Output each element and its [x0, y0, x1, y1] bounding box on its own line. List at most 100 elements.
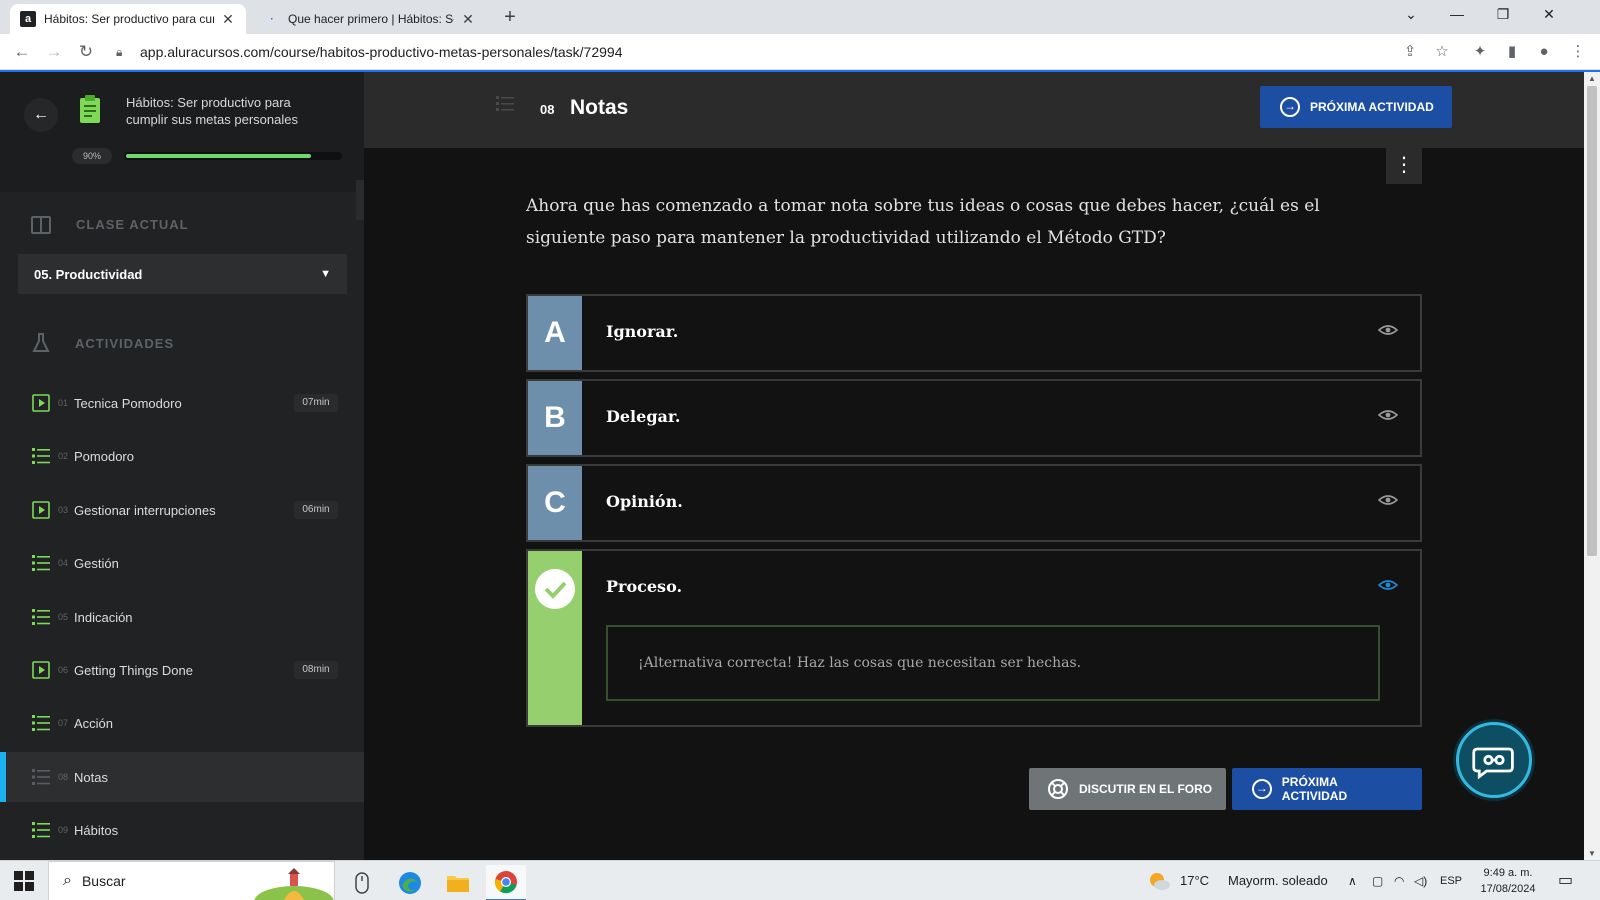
- bookmark-star-icon[interactable]: ☆: [1430, 40, 1454, 64]
- minimize-button[interactable]: —: [1434, 0, 1480, 30]
- activity-label: Notas: [74, 769, 108, 785]
- activity-list-icon: [496, 96, 514, 111]
- tray-chevron-up-icon[interactable]: ∧: [1348, 861, 1357, 900]
- option-text: Proceso.: [606, 577, 683, 596]
- chrome-menu-icon[interactable]: ⋮: [1566, 40, 1590, 64]
- lifebuoy-icon: [1048, 779, 1068, 799]
- close-tab-icon[interactable]: ✕: [220, 11, 236, 28]
- current-class-dropdown[interactable]: 05. Productividad ▼: [18, 254, 347, 294]
- activity-header: 08 Notas → PRÓXIMA ACTIVIDAD: [364, 72, 1584, 148]
- eye-icon[interactable]: [1378, 577, 1398, 593]
- weather-text[interactable]: Mayorm. soleado: [1228, 861, 1328, 900]
- taskbar-search-input[interactable]: ⌕ Buscar: [48, 861, 335, 900]
- close-window-button[interactable]: ✕: [1526, 0, 1572, 30]
- eye-icon[interactable]: [1378, 492, 1398, 508]
- check-circle-icon: [535, 569, 575, 609]
- option-text: Opinión.: [606, 492, 683, 511]
- back-to-course-button[interactable]: ←: [24, 98, 58, 132]
- taskview-mouse-icon[interactable]: [342, 865, 382, 900]
- activity-number: 07: [58, 718, 69, 728]
- activity-number: 05: [58, 612, 69, 622]
- search-highlight-illustration-icon: [254, 868, 334, 900]
- clock-date: 17/08/2024: [1480, 883, 1536, 895]
- sidebar-activity-item[interactable]: 09 Hábitos: [0, 805, 364, 855]
- answer-feedback: ¡Alternativa correcta! Haz las cosas que…: [606, 625, 1380, 701]
- collapse-sidebar-button[interactable]: «: [356, 180, 364, 220]
- close-tab-icon[interactable]: ✕: [460, 11, 476, 28]
- activities-heading: ACTIVIDADES: [75, 336, 175, 351]
- option-text: Ignorar.: [606, 322, 679, 341]
- share-icon[interactable]: ⇪: [1398, 40, 1422, 64]
- chat-bot-icon: [1472, 747, 1514, 780]
- url-text: app.aluracursos.com/course/habitos-produ…: [140, 44, 623, 60]
- windows-taskbar: ⌕ Buscar 17°C Mayorm. soleado ∧ ▢ ◠ ◁) E…: [0, 860, 1600, 900]
- system-clock[interactable]: 9:49 a. m. 17/08/2024: [1478, 865, 1538, 897]
- activity-number: 09: [58, 825, 69, 835]
- sidebar-activity-item[interactable]: 07 Acción: [0, 698, 364, 748]
- answer-option-a[interactable]: A Ignorar.: [526, 294, 1422, 372]
- page-scrollbar[interactable]: ▲ ▼: [1584, 72, 1600, 860]
- answer-option-b[interactable]: B Delegar.: [526, 379, 1422, 457]
- activity-label: Pomodoro: [74, 448, 134, 464]
- forum-label: DISCUTIR EN EL FORO: [1079, 782, 1213, 796]
- activity-duration-badge: 08min: [294, 661, 338, 679]
- language-indicator[interactable]: ESP: [1440, 861, 1462, 900]
- tab-title: Que hacer primero | Hábitos: Ser product…: [288, 12, 454, 26]
- url-omnibox[interactable]: 🔒︎ app.aluracursos.com/course/habitos-pr…: [108, 38, 1488, 66]
- windows-start-icon[interactable]: [14, 871, 34, 891]
- next-activity-button-bottom[interactable]: → PRÓXIMA ACTIVIDAD: [1232, 768, 1422, 810]
- list-icon: [32, 555, 50, 571]
- new-tab-button[interactable]: +: [498, 6, 522, 30]
- scrollbar-thumb[interactable]: [1587, 86, 1597, 556]
- discuss-forum-button[interactable]: DISCUTIR EN EL FORO: [1029, 768, 1226, 810]
- eye-icon[interactable]: [1378, 322, 1398, 338]
- activity-content: 08 Notas → PRÓXIMA ACTIVIDAD ⋮ Ahora que…: [364, 72, 1584, 860]
- eye-icon[interactable]: [1378, 407, 1398, 423]
- sidebar-activity-item[interactable]: 02 Pomodoro: [0, 431, 364, 481]
- forward-arrow-icon[interactable]: →: [42, 40, 66, 64]
- sidebar-activity-item[interactable]: 06 Getting Things Done 08min: [0, 645, 364, 695]
- sidebar-activity-item[interactable]: 01 Tecnica Pomodoro 07min: [0, 378, 364, 428]
- reload-icon[interactable]: ↻: [74, 40, 98, 64]
- back-arrow-icon[interactable]: ←: [10, 40, 34, 64]
- sidebar-activity-item[interactable]: 03 Gestionar interrupciones 06min: [0, 485, 364, 535]
- chrome-browser-icon[interactable]: [486, 865, 526, 900]
- loading-dot-icon: ·: [270, 13, 274, 25]
- play-video-icon: [32, 394, 50, 412]
- browser-tab-inactive[interactable]: · Que hacer primero | Hábitos: Ser produ…: [254, 4, 486, 34]
- activity-duration-badge: 06min: [294, 501, 338, 519]
- course-progress-bar: [124, 152, 342, 160]
- extensions-puzzle-icon[interactable]: ✦: [1468, 40, 1492, 64]
- activity-title: Notas: [570, 96, 629, 119]
- sidebar-activity-item[interactable]: 05 Indicación: [0, 592, 364, 642]
- volume-icon[interactable]: ◁): [1414, 861, 1427, 900]
- next-activity-label: PRÓXIMA ACTIVIDAD: [1281, 775, 1348, 803]
- sidebar-activity-item[interactable]: 04 Gestión: [0, 538, 364, 588]
- side-panel-icon[interactable]: ▮: [1500, 40, 1524, 64]
- current-class-label: 05. Productividad: [34, 266, 143, 282]
- scroll-down-arrow-icon[interactable]: ▼: [1584, 849, 1600, 858]
- sidebar-activity-item[interactable]: 08 Notas: [0, 752, 364, 802]
- edge-browser-icon[interactable]: [390, 865, 430, 900]
- course-progress-fill: [126, 154, 311, 158]
- restore-button[interactable]: ❐: [1480, 0, 1526, 30]
- tab-search-icon[interactable]: ⌄: [1388, 0, 1434, 30]
- profile-avatar-icon[interactable]: ●: [1532, 40, 1556, 64]
- weather-temp[interactable]: 17°C: [1180, 861, 1209, 900]
- assistant-chat-button[interactable]: [1456, 722, 1532, 798]
- next-activity-label: PRÓXIMA ACTIVIDAD: [1310, 100, 1434, 114]
- play-video-icon: [32, 501, 50, 519]
- scroll-up-arrow-icon[interactable]: ▲: [1584, 74, 1600, 83]
- next-activity-button-top[interactable]: → PRÓXIMA ACTIVIDAD: [1260, 86, 1452, 128]
- browser-tab-active[interactable]: a Hábitos: Ser productivo para cumplir s…: [10, 4, 246, 34]
- arrow-right-circle-icon: →: [1280, 97, 1300, 117]
- wifi-icon[interactable]: ◠: [1394, 861, 1404, 900]
- activity-number: 01: [58, 398, 69, 408]
- notifications-icon[interactable]: ▭: [1558, 861, 1573, 900]
- more-options-icon[interactable]: ⋮: [1386, 148, 1422, 184]
- answer-option-c[interactable]: C Opinión.: [526, 464, 1422, 542]
- lock-icon: 🔒︎: [116, 44, 123, 59]
- device-icon[interactable]: ▢: [1372, 861, 1383, 900]
- file-explorer-icon[interactable]: [438, 865, 478, 900]
- answer-option-d-correct[interactable]: Proceso. ¡Alternativa correcta! Haz las …: [526, 549, 1422, 727]
